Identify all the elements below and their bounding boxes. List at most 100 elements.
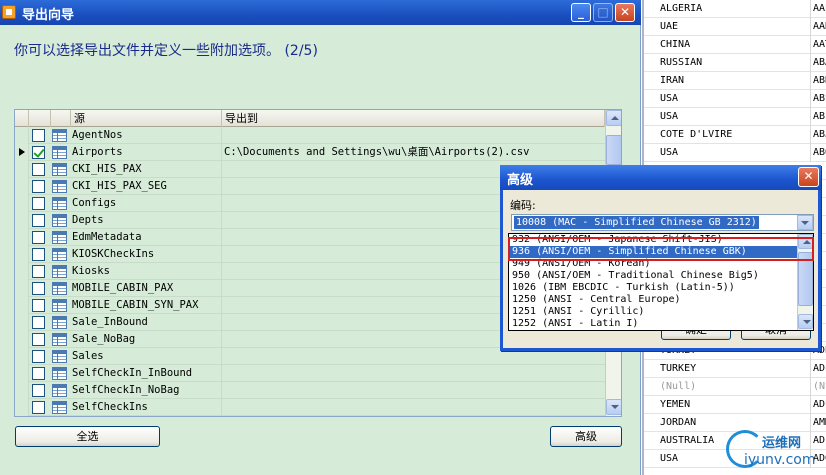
row-selector[interactable] [15,314,29,331]
row-selector[interactable] [15,195,29,212]
source-cell: CKI_HIS_PAX_SEG [72,180,167,192]
table-row[interactable]: AgentNos [15,127,605,144]
row-checkbox[interactable] [32,316,45,329]
close-button[interactable]: ✕ [615,3,635,22]
advanced-dialog-close-button[interactable]: ✕ [798,167,819,187]
code-cell: ABA [810,54,826,72]
row-checkbox[interactable] [32,163,45,176]
code-cell: AAN [810,18,826,36]
scroll-down-arrow-icon[interactable] [606,399,621,415]
row-selector[interactable] [15,263,29,280]
country-cell: (Null) [660,381,697,392]
table-icon [52,231,67,244]
source-cell: Airports [72,146,123,158]
row-selector[interactable] [15,212,29,229]
row-selector[interactable] [15,399,29,416]
background-row: RUSSIAN ABA [644,54,826,72]
row-checkbox[interactable] [32,231,45,244]
row-selector[interactable] [15,127,29,144]
row-checkbox[interactable] [32,282,45,295]
row-checkbox[interactable] [32,197,45,210]
advanced-dialog-title-bar[interactable]: 高级 ✕ [500,165,821,190]
code-cell: AAE [810,0,826,18]
country-cell: COTE D'LVIRE [660,129,733,140]
column-divider [221,280,222,297]
table-row[interactable]: Airports C:\Documents and Settings\wu\桌面\… [15,144,605,161]
row-checkbox[interactable] [32,146,45,159]
table-icon [52,333,67,346]
encoding-option[interactable]: 1252 (ANSI - Latin I) [509,318,797,330]
row-checkbox[interactable] [32,299,45,312]
scroll-up-arrow-icon[interactable] [606,110,621,126]
encoding-select[interactable]: 10008 (MAC - Simplified Chinese GB 2312) [511,214,814,231]
row-checkbox[interactable] [32,180,45,193]
scroll-up-arrow-icon[interactable] [798,234,813,249]
encoding-option[interactable]: 1251 (ANSI - Cyrillic) [509,306,797,318]
table-row[interactable]: SelfCheckIn_NoBag [15,382,605,399]
row-selector[interactable] [15,144,29,161]
encoding-dropdown-list[interactable]: 932 (ANSI/OEM - Japanese Shift-JIS) 936 (… [508,233,814,331]
source-cell: Depts [72,214,104,226]
advanced-button[interactable]: 高级 [550,426,622,447]
table-icon [52,401,67,414]
row-checkbox[interactable] [32,248,45,261]
background-row: TURKEY ADE [644,360,826,378]
scroll-thumb[interactable] [606,135,621,165]
row-checkbox[interactable] [32,265,45,278]
row-selector[interactable] [15,246,29,263]
source-cell: Sale_NoBag [72,333,136,345]
grid-header: 源 导出到 [15,110,605,127]
code-cell: ADE [810,360,826,378]
source-cell: Kiosks [72,265,110,277]
checkbox-header [29,110,51,127]
code-cell: ABI [810,108,826,126]
row-selector[interactable] [15,280,29,297]
row-selector[interactable] [15,178,29,195]
dest-column-header[interactable]: 导出到 [222,110,605,127]
select-all-button[interactable]: 全选 [15,426,160,447]
row-selector-header [15,110,29,127]
row-selector[interactable] [15,348,29,365]
row-checkbox[interactable] [32,129,45,142]
row-selector[interactable] [15,229,29,246]
row-checkbox[interactable] [32,401,45,414]
encoding-option[interactable]: 1026 (IBM EBCDIC - Turkish (Latin-5)) [509,282,797,294]
code-cell: (Nu [810,378,826,396]
table-row[interactable]: SelfCheckIns [15,399,605,416]
chevron-down-icon[interactable] [797,215,813,230]
row-checkbox[interactable] [32,333,45,346]
minimize-button[interactable]: _ [571,3,591,22]
country-cell: USA [660,147,679,158]
wizard-heading: 你可以选择导出文件并定义一些附加选项。 (2/5) [14,43,318,59]
row-selector[interactable] [15,365,29,382]
column-divider [221,144,222,161]
country-cell: RUSSIAN [660,57,703,68]
encoding-option[interactable]: 936 (ANSI/OEM - Simplified Chinese GBK) [509,246,797,258]
encoding-option[interactable]: 949 (ANSI/OEM - Korean) [509,258,797,270]
code-cell: ABD [810,72,826,90]
country-cell: CHINA [660,39,691,50]
country-cell: USA [660,93,679,104]
row-checkbox[interactable] [32,214,45,227]
table-icon [52,180,67,193]
table-row[interactable]: SelfCheckIn_InBound [15,365,605,382]
maximize-button[interactable]: □ [593,3,613,22]
encoding-list-scrollbar[interactable] [797,234,813,330]
encoding-option[interactable]: 1250 (ANSI - Central Europe) [509,294,797,306]
source-column-header[interactable]: 源 [71,110,222,127]
row-selector[interactable] [15,382,29,399]
row-selector[interactable] [15,297,29,314]
row-checkbox[interactable] [32,367,45,380]
scroll-thumb[interactable] [798,252,813,306]
row-checkbox[interactable] [32,384,45,397]
encoding-option[interactable]: 950 (ANSI/OEM - Traditional Chinese Big5… [509,270,797,282]
encoding-option[interactable]: 932 (ANSI/OEM - Japanese Shift-JIS) [509,234,797,246]
row-checkbox[interactable] [32,350,45,363]
row-selector[interactable] [15,161,29,178]
table-icon [52,129,67,142]
scroll-down-arrow-icon[interactable] [798,314,813,329]
table-icon [52,367,67,380]
row-selector[interactable] [15,331,29,348]
dest-cell[interactable]: C:\Documents and Settings\wu\桌面\Airports… [224,144,529,161]
wizard-title-bar[interactable]: 导出向导 _ □ ✕ [0,0,641,25]
